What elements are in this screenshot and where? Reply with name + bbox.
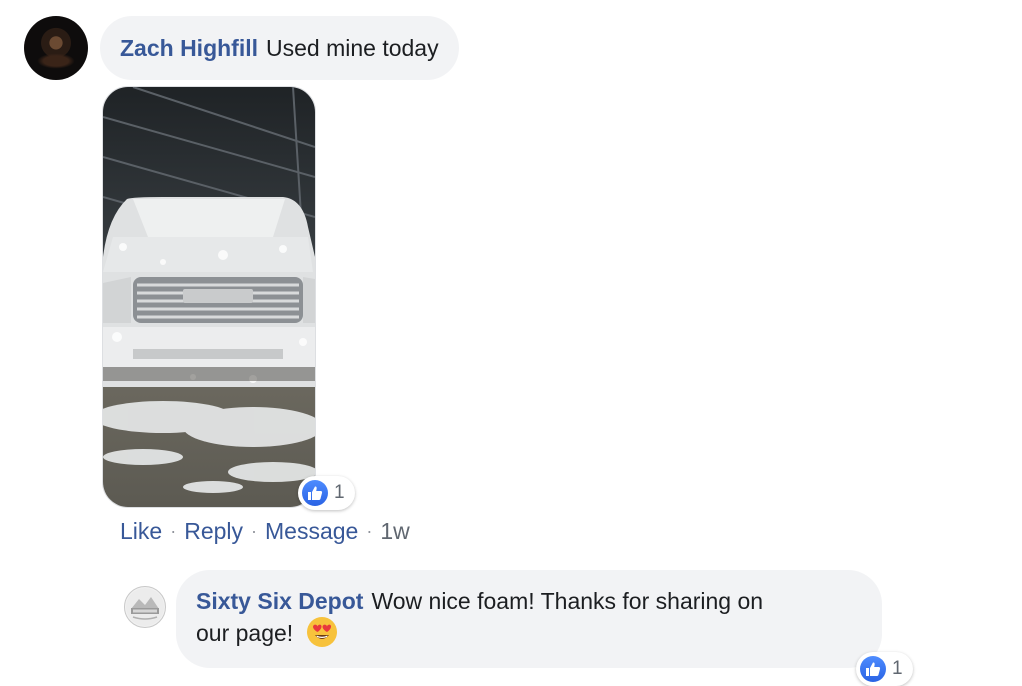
reply-link[interactable]: Reply [184,518,243,545]
reply-bubble: Sixty Six Depot Wow nice foam! Thanks for… [176,570,882,668]
heart-eyes-emoji-icon [306,616,338,648]
separator-dot: · [251,521,258,541]
zach-highfill-avatar[interactable] [24,16,88,80]
comment-actions: Like · Reply · Message · 1w [120,518,410,545]
comment-text: Used mine today [266,35,439,61]
like-link[interactable]: Like [120,518,162,545]
reply-author-name[interactable]: Sixty Six Depot [196,588,363,614]
separator-dot: · [366,521,373,541]
separator-dot: · [170,521,177,541]
comment-photo[interactable] [102,86,316,508]
reply-text-line2: our page! [196,620,294,646]
reply-text-line1: Wow nice foam! Thanks for sharing on [371,588,764,614]
comment-bubble: Zach Highfill Used mine today [100,16,459,80]
reaction-count: 1 [334,482,345,503]
foamed-pickup-truck-photo [103,87,315,507]
depot-logo-icon [126,588,164,626]
like-icon [860,656,886,682]
comment-timestamp[interactable]: 1w [380,518,409,545]
comment-reaction-count[interactable]: 1 [298,476,355,510]
reaction-count: 1 [892,658,903,679]
sixty-six-depot-avatar[interactable] [124,586,166,628]
reply-reaction-count[interactable]: 1 [856,652,913,686]
message-link[interactable]: Message [265,518,358,545]
comment-author-name[interactable]: Zach Highfill [120,33,258,63]
like-icon [302,480,328,506]
